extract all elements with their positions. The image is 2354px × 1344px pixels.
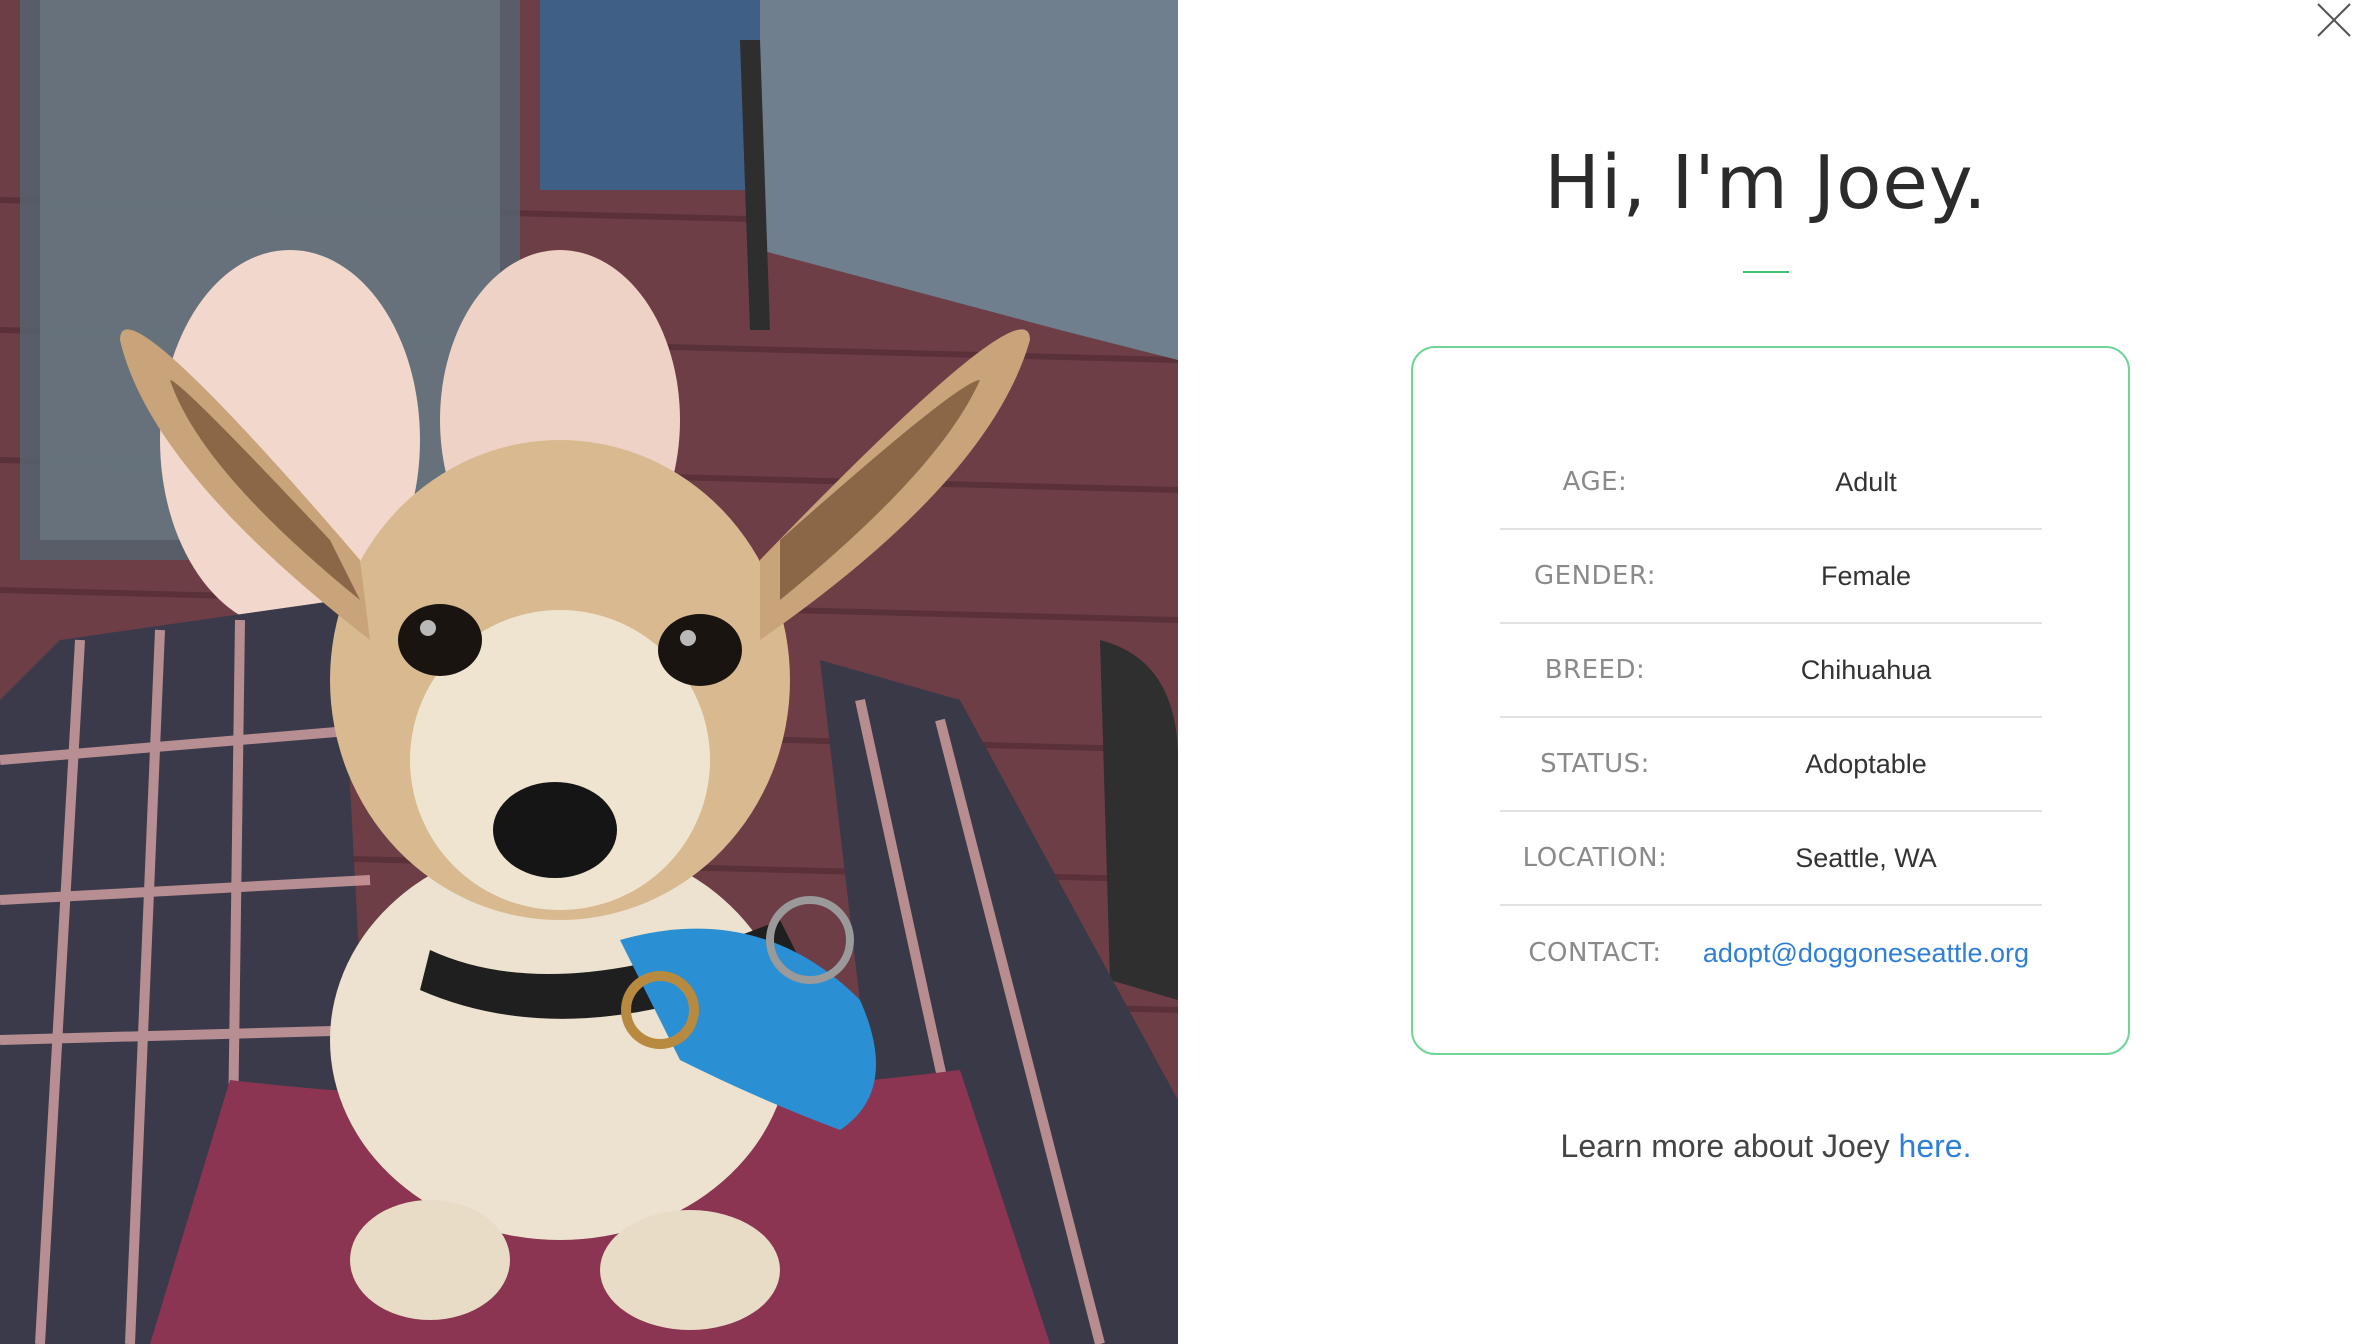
learn-more-link[interactable]: here.	[1899, 1128, 1972, 1164]
detail-label-location: LOCATION:	[1522, 843, 1668, 873]
detail-label-breed: BREED:	[1544, 655, 1646, 685]
detail-value-age: Adult	[1835, 466, 1897, 497]
learn-more-prefix: Learn more about Joey	[1560, 1128, 1890, 1164]
detail-row-contact: CONTACT: adopt@doggoneseattle.org	[1500, 906, 2042, 1000]
contact-email-link[interactable]: adopt@doggoneseattle.org	[1690, 938, 2042, 969]
pet-profile-modal: Hi, I'm Joey. AGE: Adult GENDER: Female …	[0, 0, 2354, 1344]
detail-value-gender: Female	[1820, 560, 1912, 591]
detail-label-contact: CONTACT:	[1528, 938, 1662, 968]
close-icon	[2317, 3, 2351, 37]
details-card: AGE: Adult GENDER: Female BREED: Chihuah…	[1411, 346, 2130, 1055]
detail-label-gender: GENDER:	[1534, 561, 1656, 591]
learn-more-text: Learn more about Joey here.	[1178, 1128, 2354, 1165]
detail-row-gender: GENDER: Female	[1500, 530, 2042, 624]
title-divider	[1743, 271, 1789, 273]
details-table: AGE: Adult GENDER: Female BREED: Chihuah…	[1500, 436, 2042, 1000]
close-button[interactable]	[2310, 0, 2354, 44]
detail-label-age: AGE:	[1562, 467, 1628, 497]
detail-value-breed: Chihuahua	[1800, 654, 1932, 685]
detail-row-age: AGE: Adult	[1500, 436, 2042, 530]
detail-value-location: Seattle, WA	[1795, 842, 1937, 873]
detail-row-location: LOCATION: Seattle, WA	[1500, 812, 2042, 906]
detail-label-status: STATUS:	[1540, 749, 1650, 779]
pet-info-panel: Hi, I'm Joey. AGE: Adult GENDER: Female …	[1178, 0, 2354, 1344]
detail-row-status: STATUS: Adoptable	[1500, 718, 2042, 812]
pet-title: Hi, I'm Joey.	[1544, 140, 1988, 226]
detail-value-status: Adoptable	[1805, 748, 1927, 779]
pet-photo	[0, 0, 1178, 1344]
detail-row-breed: BREED: Chihuahua	[1500, 624, 2042, 718]
